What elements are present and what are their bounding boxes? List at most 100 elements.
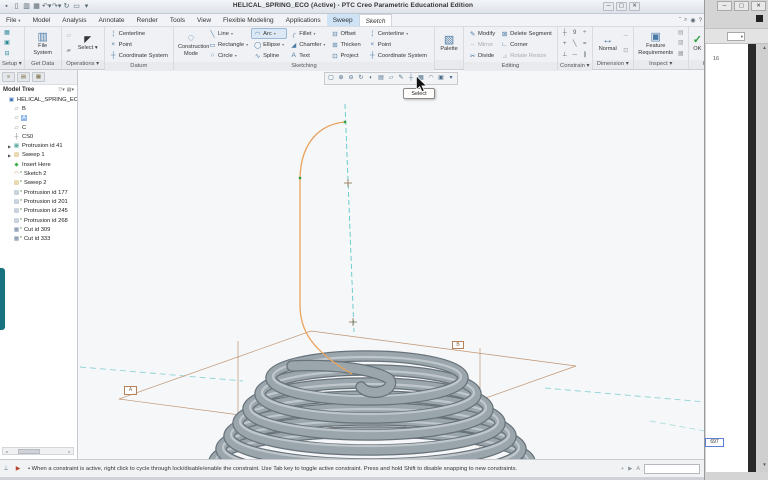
tree-item[interactable]: ▩ * Cut id 333 bbox=[0, 234, 77, 243]
selection-filter-input[interactable] bbox=[644, 463, 700, 474]
annotation-display-icon[interactable]: ✎ bbox=[396, 73, 406, 84]
tree-item[interactable]: ▣ HELICAL_SPRING_ECO.PRT bbox=[0, 95, 77, 104]
account-icon[interactable]: ◉ bbox=[690, 17, 695, 24]
baseline-dimension-icon[interactable]: ─ bbox=[621, 31, 631, 41]
tree-filter-icon[interactable]: ▽▾ bbox=[58, 87, 64, 93]
select-button[interactable]: ◤ Select ▾ bbox=[74, 28, 102, 59]
model-tree-tab[interactable]: ≡ bbox=[2, 72, 15, 82]
feature-requirements-button[interactable]: ▣ Feature Requirements bbox=[636, 28, 676, 59]
rotate-resize-button[interactable]: ⊿ Rotate Resize bbox=[498, 50, 555, 61]
coincident-constraint-icon[interactable]: + bbox=[560, 39, 570, 50]
symmetric-constraint-icon[interactable]: ÷ bbox=[580, 28, 590, 39]
line-button[interactable]: ╲ Line ▾ bbox=[206, 28, 251, 39]
menu-tab[interactable]: Analysis bbox=[56, 14, 92, 26]
group-label-inspect[interactable]: Inspect ▾ bbox=[633, 60, 688, 69]
scroll-thumb[interactable] bbox=[18, 448, 40, 454]
setup-properties-button[interactable]: ▣ bbox=[2, 38, 12, 48]
group-label-setup[interactable]: Setup ▾ bbox=[0, 60, 24, 69]
spline-button[interactable]: ∿ Spline bbox=[251, 50, 287, 61]
tree-item[interactable]: ▨ * Protrusion id 201 bbox=[0, 197, 77, 206]
setup-references-button[interactable]: ▦ bbox=[2, 28, 12, 38]
doc-scroll-up-icon[interactable]: ▲ bbox=[760, 45, 768, 50]
shade-closed-loops-icon[interactable]: ▦ bbox=[676, 49, 686, 59]
menu-tab[interactable]: Sketch bbox=[358, 14, 393, 26]
datum-display-icon[interactable]: ▱ bbox=[386, 73, 396, 84]
tree-item[interactable]: ▱ B bbox=[0, 104, 77, 113]
menu-tab[interactable]: Tools bbox=[164, 14, 191, 26]
tree-item[interactable]: ┼ CS0 bbox=[0, 132, 77, 141]
horizontal-constraint-icon[interactable]: ─ bbox=[570, 50, 580, 61]
minimize-button[interactable]: ─ bbox=[603, 2, 614, 11]
vertical-constraint-icon[interactable]: ╲ bbox=[570, 39, 580, 50]
find-icon[interactable]: + bbox=[621, 466, 624, 472]
doc-minimize-button[interactable]: ─ bbox=[717, 1, 732, 11]
navigator-collapse-tab[interactable] bbox=[0, 268, 5, 330]
ok-button[interactable]: ✓ OK bbox=[691, 34, 704, 52]
select-items-icon[interactable]: ▶ bbox=[12, 465, 24, 472]
refit-icon[interactable]: ▢ bbox=[326, 73, 336, 84]
tree-horizontal-scrollbar[interactable]: ◂ ▸ bbox=[2, 447, 74, 455]
background-document-window[interactable]: ─ ▢ ✕ ▾ 16 ▲ ▼ bbox=[704, 0, 768, 480]
chamfer-button[interactable]: ◢ Chamfer ▾ bbox=[287, 39, 328, 50]
tree-item[interactable]: ▨ * Protrusion id 177 bbox=[0, 188, 77, 197]
copy-button[interactable]: ▱ bbox=[64, 31, 74, 41]
group-label-operations[interactable]: Operations ▾ bbox=[61, 60, 104, 69]
project-button[interactable]: ⊡ Project bbox=[328, 50, 365, 61]
menu-tab[interactable]: Sweep bbox=[326, 14, 359, 26]
tangent-constraint-icon[interactable]: 9 bbox=[570, 28, 580, 39]
file-system-button[interactable]: ▥ File System bbox=[27, 28, 59, 59]
mirror-button[interactable]: ⇔ Mirror bbox=[466, 39, 498, 50]
group-label-dimension[interactable]: Dimension ▾ bbox=[592, 60, 633, 69]
minimize-ribbon-icon[interactable]: ˆ bbox=[679, 18, 681, 24]
tree-settings-icon[interactable]: ▤▾ bbox=[67, 87, 74, 93]
divide-button[interactable]: ✂ Divide bbox=[466, 50, 498, 61]
highlight-open-ends-icon[interactable]: ▥ bbox=[676, 38, 686, 48]
midpoint-constraint-icon[interactable]: ┼ bbox=[560, 28, 570, 39]
perpendicular-constraint-icon[interactable]: ⊥ bbox=[560, 50, 570, 61]
doc-value-field[interactable]: 697 bbox=[705, 438, 724, 447]
tree-item[interactable]: ▶ ▦ Protrusion id 41 bbox=[0, 141, 77, 150]
constraints-toggle-icon[interactable]: ⊥ bbox=[0, 465, 12, 472]
tree-item[interactable]: ▩ * Cut id 309 bbox=[0, 225, 77, 234]
highlight-select-icon[interactable]: ▾ bbox=[446, 73, 456, 84]
tree-item[interactable]: ▨ * Protrusion id 268 bbox=[0, 216, 77, 225]
menu-tab[interactable]: View bbox=[191, 14, 217, 26]
tree-item[interactable]: ◆ Insert Here bbox=[0, 160, 77, 169]
circle-button[interactable]: ○ Circle ▾ bbox=[206, 50, 251, 61]
datum-plane-label-a[interactable]: A bbox=[124, 386, 137, 395]
fillet-button[interactable]: ╭ Fillet ▾ bbox=[287, 28, 328, 39]
favorites-tab[interactable]: ▦ bbox=[32, 72, 45, 82]
help-icon[interactable]: ? bbox=[699, 18, 702, 24]
close-button[interactable]: ✕ bbox=[629, 2, 640, 11]
tree-item[interactable]: ▱ C bbox=[0, 123, 77, 132]
graphics-area[interactable] bbox=[78, 70, 706, 459]
doc-scrollbar[interactable]: ▲ ▼ bbox=[760, 44, 768, 472]
text-button[interactable]: A Text bbox=[287, 50, 328, 61]
tree-item[interactable]: ▶ ▧ Sweep 1 bbox=[0, 151, 77, 160]
tree-item[interactable]: ▨ * Protrusion id 245 bbox=[0, 207, 77, 216]
centerline-button[interactable]: ¦ Centerline bbox=[107, 28, 171, 39]
doc-scroll-down-icon[interactable]: ▼ bbox=[760, 462, 768, 467]
doc-zoom-dropdown[interactable]: ▾ bbox=[727, 32, 745, 41]
menu-tab[interactable]: Render bbox=[131, 14, 164, 26]
sketch-point-button[interactable]: × Point bbox=[366, 39, 432, 50]
menu-tab[interactable]: Annotate bbox=[93, 14, 131, 26]
paste-button[interactable]: ▰ bbox=[64, 46, 74, 56]
selection-filter-icon[interactable]: A bbox=[636, 466, 640, 472]
datum-plane-label-b[interactable]: B bbox=[452, 341, 464, 349]
folder-browser-tab[interactable]: ▤ bbox=[17, 72, 30, 82]
corner-button[interactable]: ∟ Corner bbox=[498, 39, 555, 50]
equal-constraint-icon[interactable]: = bbox=[580, 39, 590, 50]
modify-button[interactable]: ✎ Modify bbox=[466, 28, 498, 39]
zoom-out-icon[interactable]: ⊖ bbox=[346, 73, 356, 84]
parallel-constraint-icon[interactable]: ∥ bbox=[580, 50, 590, 61]
normal-dimension-button[interactable]: ↔ Normal bbox=[595, 28, 621, 59]
shaded-view-icon[interactable]: ◐ bbox=[366, 73, 376, 84]
rectangle-button[interactable]: ▭ Rectangle ▾ bbox=[206, 39, 251, 50]
menu-tab[interactable]: Model bbox=[27, 14, 57, 26]
menu-tab[interactable]: File ▾ bbox=[0, 14, 27, 26]
scroll-right-icon[interactable]: ▸ bbox=[66, 449, 73, 454]
coordinate-system-button[interactable]: ┼ Coordinate System bbox=[107, 50, 171, 61]
arc-button[interactable]: ◠ Arc ▾ bbox=[251, 28, 288, 39]
construction-mode-button[interactable]: ◌ Construction Mode bbox=[176, 28, 209, 61]
